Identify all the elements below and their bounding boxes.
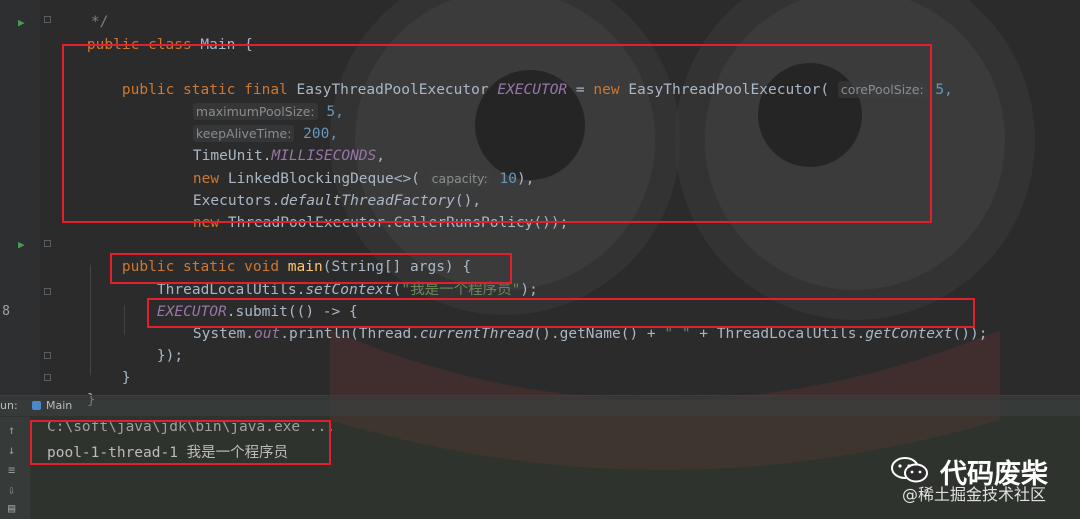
highlight-box-println bbox=[147, 298, 975, 328]
run-class-icon[interactable]: ▶ bbox=[18, 16, 25, 29]
fold-icon[interactable] bbox=[44, 240, 51, 247]
code-editor[interactable]: ▶ ▶ 8 */ public class Main { public stat… bbox=[0, 0, 1080, 408]
run-header: un: Main bbox=[0, 395, 1080, 416]
scroll-end-icon[interactable]: ⇩ bbox=[8, 483, 15, 497]
run-toolbar: ↑ ↓ ≡ ⇩ ▤ bbox=[0, 417, 30, 519]
code-line: }); bbox=[156, 348, 184, 364]
watermark-subtitle: @稀土掘金技术社区 bbox=[902, 485, 1047, 504]
highlight-box-executor bbox=[62, 44, 932, 223]
up-arrow-icon[interactable]: ↑ bbox=[8, 423, 15, 437]
wechat-icon bbox=[891, 457, 928, 483]
code-line-class-decl: public class Main { bbox=[86, 37, 253, 53]
current-line-number: 8 bbox=[2, 304, 10, 319]
fold-icon[interactable] bbox=[44, 352, 51, 359]
fold-icon[interactable] bbox=[44, 16, 51, 23]
code-line: } bbox=[52, 370, 96, 408]
highlight-box-output bbox=[30, 420, 331, 465]
run-label: un: bbox=[0, 399, 18, 412]
code-line: */ bbox=[90, 14, 109, 30]
app-icon bbox=[32, 401, 41, 410]
run-tab-main[interactable]: Main bbox=[32, 399, 72, 412]
code-line: } bbox=[121, 370, 131, 386]
run-main-icon[interactable]: ▶ bbox=[18, 238, 25, 251]
print-icon[interactable]: ▤ bbox=[8, 501, 15, 515]
editor-gutter bbox=[0, 0, 40, 395]
fold-icon[interactable] bbox=[44, 288, 51, 295]
wrap-icon[interactable]: ≡ bbox=[8, 463, 15, 477]
fold-icon[interactable] bbox=[44, 374, 51, 381]
down-arrow-icon[interactable]: ↓ bbox=[8, 443, 15, 457]
run-tab-label: Main bbox=[46, 399, 73, 412]
highlight-box-set-context bbox=[110, 253, 512, 284]
